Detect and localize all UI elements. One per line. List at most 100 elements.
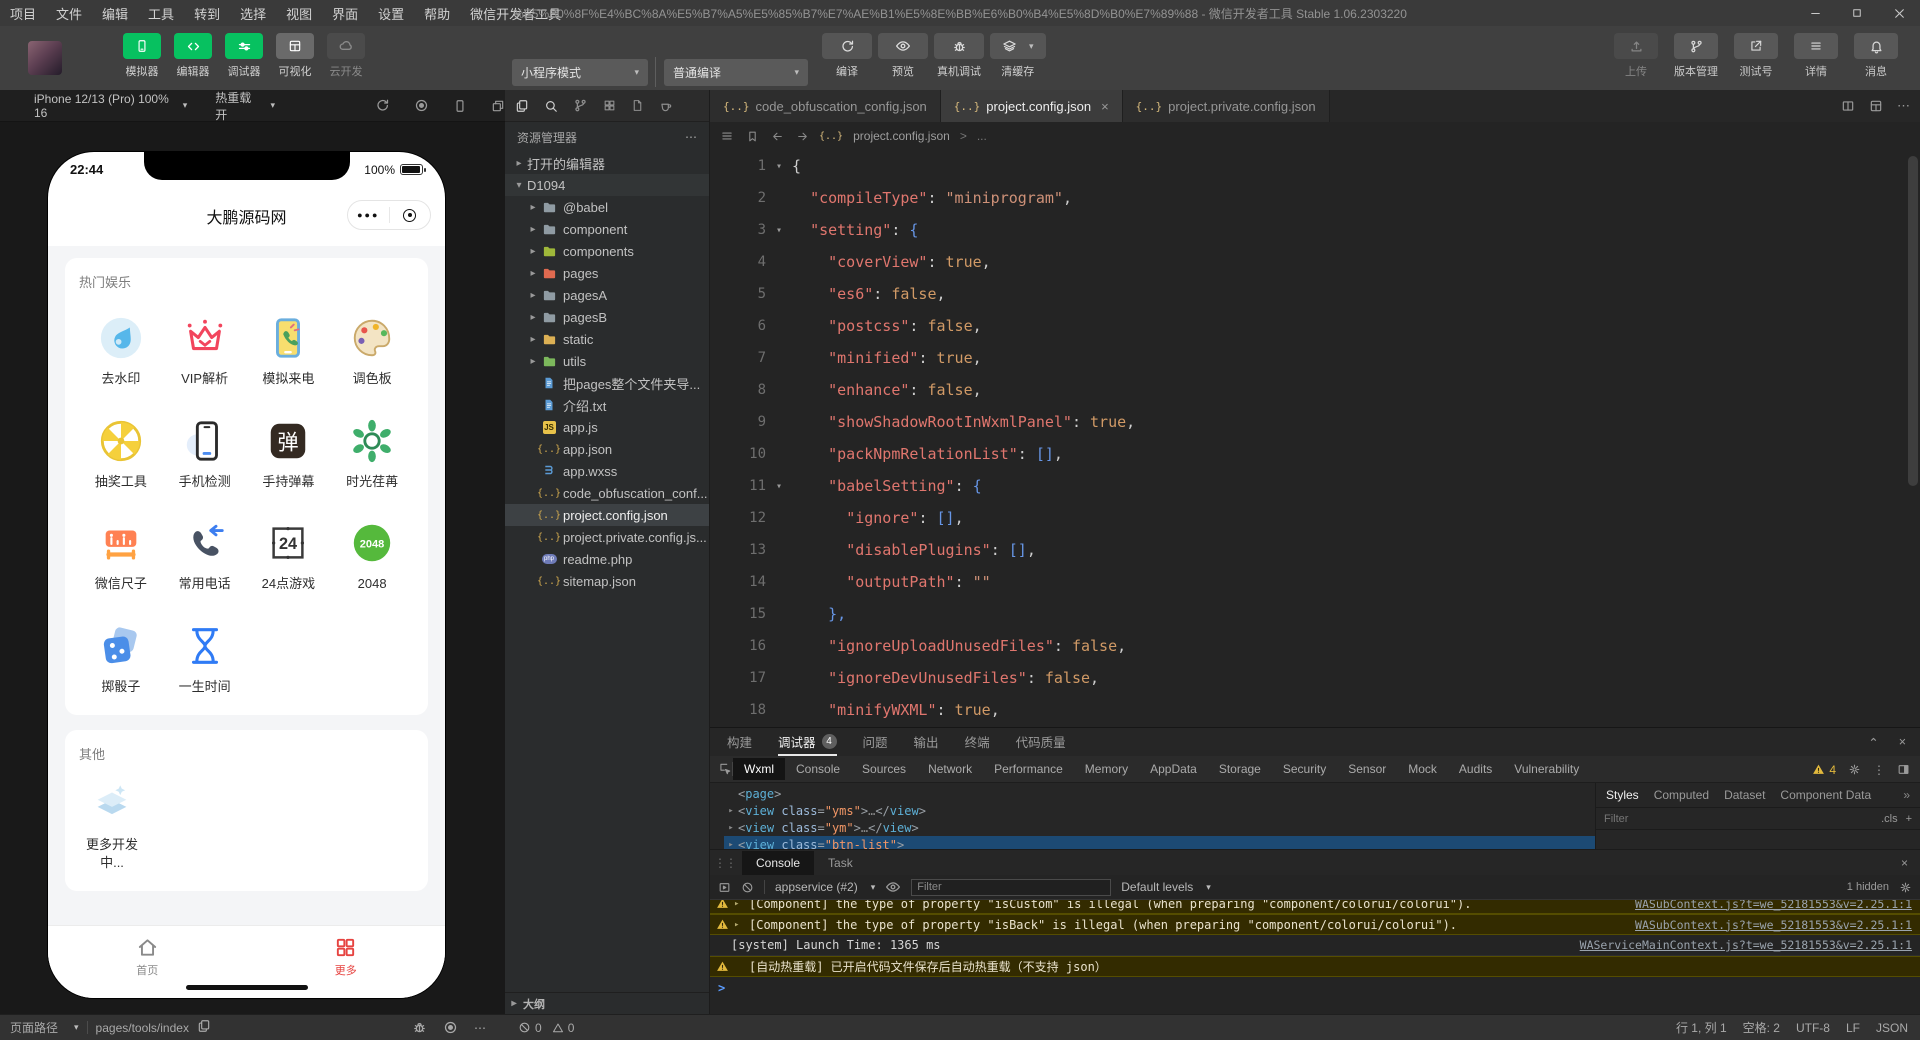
tree-section-open-editors[interactable]: ▸ 打开的编辑器 — [505, 152, 709, 174]
device-select[interactable]: iPhone 12/13 (Pro) 100% 16 ▾ — [34, 92, 187, 120]
more-icon[interactable]: ⋯ — [474, 1021, 486, 1035]
app-item-VIP解析[interactable]: VIP解析 — [163, 315, 247, 388]
record-icon[interactable] — [443, 1020, 458, 1035]
avatar[interactable] — [28, 41, 62, 75]
warning-count[interactable]: 4 — [1812, 763, 1836, 777]
copy-icon[interactable] — [197, 1019, 211, 1033]
styles-tab-Computed[interactable]: Computed — [1654, 788, 1709, 802]
tree-item-code_obfuscation_conf...[interactable]: {..} code_obfuscation_conf... — [505, 482, 709, 504]
tree-item-component[interactable]: ▸ component — [505, 218, 709, 240]
editor-scrollbar[interactable] — [1908, 156, 1918, 486]
dock-icon[interactable] — [1897, 763, 1910, 776]
close-icon[interactable]: × — [1901, 856, 1908, 870]
encoding[interactable]: UTF-8 — [1796, 1021, 1830, 1035]
menu-item[interactable]: 工具 — [138, 0, 184, 26]
console-message[interactable]: [自动热重载] 已开启代码文件保存后自动热重载（不支持 json） — [710, 956, 1920, 977]
app-item-去水印[interactable]: 去水印 — [79, 315, 163, 388]
styles-tab-Dataset[interactable]: Dataset — [1724, 788, 1765, 802]
eol-setting[interactable]: LF — [1846, 1021, 1860, 1035]
page-path-label[interactable]: 页面路径 — [10, 1019, 58, 1036]
sidebar-play-icon[interactable] — [718, 881, 731, 894]
debugger-tab-构建[interactable]: 构建 — [727, 728, 752, 756]
app-item-常用电话[interactable]: 常用电话 — [163, 520, 247, 593]
close-icon[interactable]: × — [1101, 99, 1109, 114]
devtools-tab-Security[interactable]: Security — [1272, 758, 1337, 780]
action-button-编译[interactable]: 编译 — [822, 33, 872, 79]
app-item-模拟来电[interactable]: 模拟来电 — [247, 315, 331, 388]
close-icon[interactable]: × — [1899, 735, 1906, 749]
console-prompt[interactable]: > — [710, 977, 1920, 998]
split-icon[interactable] — [1841, 99, 1855, 113]
breadcrumb-file[interactable]: project.config.json — [853, 129, 950, 143]
console-tab-Task[interactable]: Task — [814, 851, 867, 875]
devtools-tab-AppData[interactable]: AppData — [1139, 758, 1208, 780]
more-icon[interactable]: ⋯ — [1897, 98, 1910, 114]
message-source-link[interactable]: WASubContext.js?t=we_52181553&v=2.25.1:1 — [1635, 918, 1912, 932]
editor-tab-project.private.config.json[interactable]: {..} project.private.config.json — [1122, 90, 1330, 122]
language-mode[interactable]: JSON — [1876, 1021, 1908, 1035]
more-dots-icon[interactable]: ●●● — [348, 210, 389, 220]
debugger-tab-终端[interactable]: 终端 — [965, 728, 990, 756]
debugger-tab-问题[interactable]: 问题 — [863, 728, 888, 756]
tree-item-readme.php[interactable]: php readme.php — [505, 548, 709, 570]
devtools-tab-Sensor[interactable]: Sensor — [1337, 758, 1397, 780]
chevron-right-icon[interactable]: » — [1903, 788, 1910, 802]
fold-arrow[interactable]: ▾ — [766, 161, 792, 172]
expand-arrow-icon[interactable]: ▸ — [724, 806, 738, 816]
styles-tab-Component Data[interactable]: Component Data — [1780, 788, 1871, 802]
inspect-icon[interactable] — [718, 762, 732, 776]
phoneframe-icon[interactable] — [453, 98, 467, 113]
styles-filter-input[interactable] — [1604, 812, 1874, 825]
tree-item-把pages整个文件夹导...[interactable]: 把pages整个文件夹导... — [505, 372, 709, 394]
tree-section-project[interactable]: ▾ D1094 — [505, 174, 709, 196]
tree-item-介绍.txt[interactable]: 介绍.txt — [505, 394, 709, 416]
breadcrumb-more[interactable]: ... — [977, 129, 987, 143]
element-node[interactable]: < page > — [724, 785, 1595, 802]
expand-arrow-icon[interactable]: ▸ — [724, 823, 738, 833]
arrow-left-icon[interactable] — [771, 130, 784, 143]
console-message[interactable]: [system] Launch Time: 1365 ms WAServiceMa… — [710, 935, 1920, 956]
devtools-tab-Network[interactable]: Network — [917, 758, 983, 780]
menu-item[interactable]: 设置 — [368, 0, 414, 26]
theme-icon[interactable] — [659, 99, 673, 113]
problem-counts[interactable]: 00 — [518, 1021, 574, 1035]
refresh-icon[interactable] — [375, 98, 390, 113]
devtools-tab-Performance[interactable]: Performance — [983, 758, 1074, 780]
menu-item[interactable]: 选择 — [230, 0, 276, 26]
bug-icon[interactable] — [412, 1020, 427, 1035]
tree-item-app.wxss[interactable]: ᗱ app.wxss — [505, 460, 709, 482]
hot-reload-select[interactable]: 热重载 开 ▾ — [215, 89, 275, 123]
cursor-position[interactable]: 行 1, 列 1 — [1676, 1019, 1727, 1036]
console-filter-input[interactable] — [911, 878, 1112, 896]
action-button-真机调试[interactable]: 真机调试 — [934, 33, 984, 79]
grid-icon[interactable] — [603, 99, 616, 112]
close-target-icon[interactable] — [390, 208, 431, 222]
collapse-icon[interactable]: ⌃ — [1868, 735, 1878, 750]
tree-item-pages[interactable]: ▸ pages — [505, 262, 709, 284]
toolbar-button-详情[interactable]: 详情 — [1794, 33, 1838, 79]
toolbar-button-消息[interactable]: 消息 — [1854, 33, 1898, 79]
tree-item-project.config.json[interactable]: {..} project.config.json — [505, 504, 709, 526]
expand-arrow-icon[interactable]: ▸ — [734, 900, 744, 909]
app-item-24点游戏[interactable]: 24 24点游戏 — [247, 520, 331, 593]
element-node[interactable]: ▸ < view class = "yms" >… </view > — [724, 802, 1595, 819]
tree-item-app.js[interactable]: JS app.js — [505, 416, 709, 438]
menu-item[interactable]: 界面 — [322, 0, 368, 26]
editor-tab-project.config.json[interactable]: {..} project.config.json × — [940, 90, 1123, 122]
mode-button-云开发[interactable]: 云开发 — [324, 33, 368, 79]
console-tab-Console[interactable]: Console — [742, 850, 815, 875]
action-button-预览[interactable]: 预览 — [878, 33, 928, 79]
add-style-button[interactable]: + — [1906, 813, 1912, 825]
compile-select[interactable]: 普通编译 ▾ — [664, 59, 808, 86]
app-item-更多开发中...[interactable]: 更多开发中... — [79, 781, 145, 871]
tree-item-components[interactable]: ▸ components — [505, 240, 709, 262]
tree-item-pagesA[interactable]: ▸ pagesA — [505, 284, 709, 306]
close-button[interactable] — [1878, 0, 1920, 26]
clear-icon[interactable] — [741, 881, 754, 894]
message-source-link[interactable]: WASubContext.js?t=we_52181553&v=2.25.1:1 — [1635, 900, 1912, 911]
styles-tab-Styles[interactable]: Styles — [1606, 788, 1639, 802]
error-count[interactable]: 0 — [518, 1021, 542, 1035]
menu-item[interactable]: 项目 — [0, 0, 46, 26]
console-message[interactable]: ▸ [Component] the type of property "isCus… — [710, 900, 1920, 914]
log-levels-select[interactable]: Default levels ▾ — [1121, 880, 1211, 894]
